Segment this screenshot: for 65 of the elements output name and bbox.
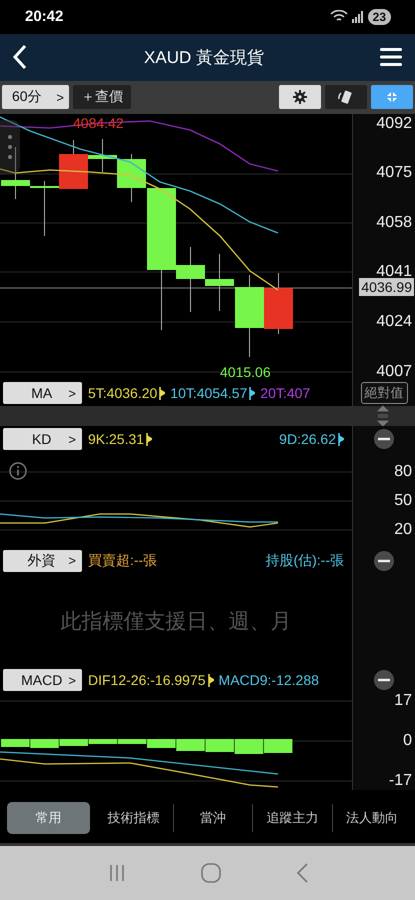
tab[interactable]: 當沖: [174, 802, 252, 834]
tab[interactable]: 法人動向: [332, 802, 411, 834]
remove-icon[interactable]: [374, 429, 394, 450]
histogram-bar: [1, 739, 30, 748]
histogram-bar: [234, 739, 264, 754]
axis-tick: 4007: [376, 362, 412, 382]
remove-icon[interactable]: [374, 550, 394, 571]
gear-icon: [293, 90, 307, 104]
rotate-button[interactable]: [325, 85, 367, 110]
fullscreen-icon: [385, 90, 399, 104]
indicator-value: MACD9:-12.288: [218, 672, 319, 688]
indicator-button[interactable]: MACD >: [3, 669, 82, 692]
axis-tick: 20: [394, 520, 412, 540]
axis-tick: 50: [394, 491, 412, 511]
axis-tick: -17: [388, 771, 412, 792]
fullscreen-button[interactable]: [371, 85, 413, 110]
menu-icon[interactable]: [380, 47, 402, 68]
resize-icon[interactable]: [377, 405, 389, 428]
candlestick: [1, 146, 30, 200]
tab[interactable]: 技術指標: [94, 802, 172, 834]
indicator-value: DIF12-26:-16.9975: [88, 672, 206, 688]
histogram-bar: [176, 739, 205, 752]
drawer-handle[interactable]: [0, 120, 20, 174]
histogram-bar: [264, 739, 292, 754]
histogram-bar: [30, 739, 59, 748]
axis-tick: 4092: [376, 114, 412, 134]
battery-badge: 23: [368, 8, 391, 25]
indicator-value: 買賣超:--張: [88, 552, 158, 570]
settings-button[interactable]: [279, 85, 321, 110]
axis-tick: 4058: [376, 212, 412, 233]
tab[interactable]: 追蹤主力: [253, 802, 332, 834]
indicator-value: 持股(估):--張: [265, 552, 344, 570]
indicator-button[interactable]: 外資 >: [3, 550, 82, 572]
signal-icon: [352, 10, 364, 23]
info-icon[interactable]: [9, 462, 27, 480]
current-price-tag: 4036.99: [359, 278, 414, 296]
axis-tick: 4024: [376, 312, 412, 332]
axis-tick: 80: [394, 462, 412, 482]
low-price-label: 4015.06: [220, 364, 271, 380]
notice-text: 此指標僅支援日、週、月: [60, 608, 292, 635]
quote-button[interactable]: ＋查價: [73, 85, 131, 110]
indicator-value: 9K:25.31: [88, 431, 144, 448]
candlestick: [205, 253, 234, 312]
tab[interactable]: 常用: [7, 802, 90, 834]
status-time: 20:42: [25, 8, 64, 26]
recent-apps-icon[interactable]: [108, 864, 126, 882]
indicator-button[interactable]: KD >: [3, 428, 82, 450]
indicator-value: 20T:407: [260, 385, 310, 402]
phone-rotate-icon: [338, 90, 354, 104]
page-title: XAUD 黃金現貨: [144, 46, 264, 69]
candlestick: [264, 272, 293, 334]
axis-tick: 4075: [376, 163, 412, 184]
indicator-button[interactable]: MA >: [3, 382, 82, 404]
candlestick: [30, 180, 59, 236]
home-icon[interactable]: [200, 862, 220, 883]
axis-tick: 0: [403, 731, 412, 752]
period-button[interactable]: 60分 >: [2, 85, 69, 110]
absolute-value-button[interactable]: 絕對值: [360, 382, 408, 404]
indicator-value: 10T:4054.57: [170, 385, 248, 402]
remove-icon[interactable]: [374, 670, 394, 690]
histogram-bar: [205, 739, 234, 752]
indicator-value: 5T:4036.20: [88, 385, 158, 402]
indicator-value: 9D:26.62: [279, 431, 336, 448]
wifi-icon: [330, 10, 348, 24]
axis-tick: 17: [394, 691, 412, 712]
